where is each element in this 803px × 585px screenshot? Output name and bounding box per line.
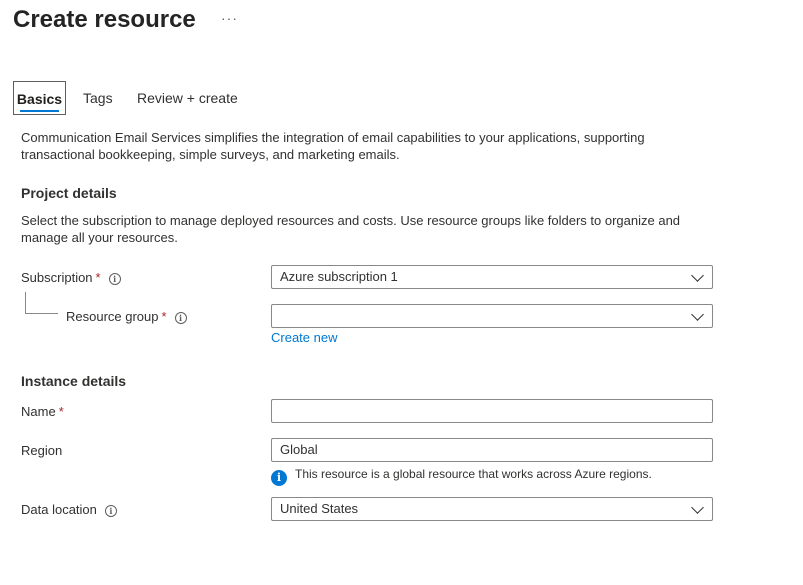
subscription-label-text: Subscription (21, 270, 93, 285)
region-label: Region (21, 443, 63, 458)
resource-group-label-text: Resource group (66, 309, 159, 324)
region-field[interactable]: Global (271, 438, 713, 462)
active-tab-indicator (20, 110, 59, 112)
create-new-link[interactable]: Create new (271, 330, 337, 345)
data-location-label-text: Data location (21, 502, 97, 517)
intro-description: Communication Email Services simplifies … (21, 130, 645, 162)
project-details-heading: Project details (21, 185, 117, 201)
info-icon[interactable]: i (108, 273, 121, 285)
subscription-dropdown[interactable]: Azure subscription 1 (271, 265, 713, 289)
resource-group-dropdown[interactable] (271, 304, 713, 328)
chevron-down-icon (691, 501, 704, 514)
name-label: Name * (21, 403, 64, 421)
region-info-text: This resource is a global resource that … (295, 467, 652, 481)
info-icon[interactable]: i (104, 505, 117, 517)
subscription-label: Subscription * i (21, 269, 121, 287)
required-marker: * (161, 309, 167, 324)
tab-basics-label: Basics (16, 91, 63, 107)
tree-connector-horizontal (25, 313, 58, 314)
more-options-button[interactable]: ··· (221, 10, 238, 26)
required-marker: * (58, 404, 64, 419)
tab-basics[interactable]: Basics (13, 81, 66, 115)
required-marker: * (95, 270, 101, 285)
project-details-description: Select the subscription to manage deploy… (21, 213, 681, 245)
tree-connector-vertical (25, 292, 26, 313)
chevron-down-icon (691, 308, 704, 321)
data-location-label: Data location i (21, 501, 117, 519)
tab-review-create[interactable]: Review + create (137, 81, 238, 115)
resource-group-label: Resource group * i (66, 308, 187, 326)
info-icon[interactable]: i (174, 312, 187, 324)
region-info-message: i This resource is a global resource that… (271, 466, 652, 486)
page-title: Create resource (13, 6, 196, 33)
chevron-down-icon (691, 269, 704, 282)
info-filled-icon: i (271, 470, 287, 486)
data-location-value: United States (280, 501, 359, 516)
name-input[interactable] (271, 399, 713, 423)
data-location-dropdown[interactable]: United States (271, 497, 713, 521)
subscription-value: Azure subscription 1 (280, 269, 398, 284)
instance-details-heading: Instance details (21, 373, 127, 389)
tab-tags[interactable]: Tags (83, 81, 113, 115)
name-label-text: Name (21, 404, 56, 419)
